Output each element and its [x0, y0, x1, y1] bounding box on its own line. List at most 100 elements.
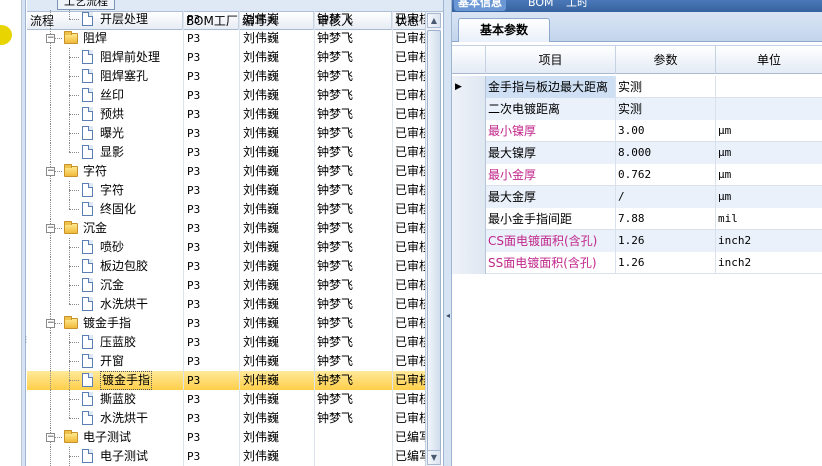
writer-cell: 刘伟巍	[243, 69, 280, 83]
parameter-row[interactable]: 二次电镀距离 实测	[452, 98, 822, 120]
collapse-icon[interactable]: −	[46, 34, 55, 43]
column-separator	[392, 447, 393, 466]
tree-group-row[interactable]: − 阻焊 P3 刘伟巍 钟梦飞 已审核	[27, 29, 425, 48]
row-pointer-icon[interactable]: ▶	[452, 76, 486, 98]
parameter-value-cell[interactable]: 3.00	[616, 120, 716, 142]
collapse-icon[interactable]: −	[46, 319, 55, 328]
parameter-row[interactable]: 最小金厚 0.762 μm	[452, 164, 822, 186]
parameter-row[interactable]: CS面电镀面积(含孔) 1.26 inch2	[452, 230, 822, 252]
row-indicator[interactable]	[452, 98, 486, 120]
tree-step-row[interactable]: 曝光 P3 刘伟巍 钟梦飞 已审核	[27, 124, 425, 143]
collapse-arrow-icon[interactable]: ◂	[445, 312, 451, 320]
tree-group-row[interactable]: − 镀金手指 P3 刘伟巍 钟梦飞 已审核	[27, 314, 425, 333]
tab-process-flow[interactable]: 工艺流程	[57, 0, 115, 10]
tree-step-row[interactable]: 水洗烘干 P3 刘伟巍 钟梦飞 已审核	[27, 295, 425, 314]
parameter-unit-cell[interactable]: inch2	[716, 252, 822, 274]
tree-step-row[interactable]: 水洗烘干 P3 刘伟巍 钟梦飞 已审核	[27, 409, 425, 428]
tree-step-row[interactable]: 开窗 P3 刘伟巍 钟梦飞 已审核	[27, 352, 425, 371]
row-indicator[interactable]	[452, 164, 486, 186]
tree-group-row[interactable]: − 字符 P3 刘伟巍 钟梦飞 已审核	[27, 162, 425, 181]
parameter-row[interactable]: 最小镍厚 3.00 μm	[452, 120, 822, 142]
column-separator	[392, 352, 393, 371]
tree-step-row[interactable]: 阻焊前处理 P3 刘伟巍 钟梦飞 已审核	[27, 48, 425, 67]
parameter-row[interactable]: SS面电镀面积(含孔) 1.26 inch2	[452, 252, 822, 274]
parameter-unit-cell[interactable]: inch2	[716, 230, 822, 252]
parameter-unit-cell[interactable]	[716, 98, 822, 120]
parameter-value-cell[interactable]: /	[616, 186, 716, 208]
tree-step-row[interactable]: 终固化 P3 刘伟巍 钟梦飞 已审核	[27, 200, 425, 219]
scrollbar-thumb[interactable]	[427, 30, 441, 460]
parameter-unit-cell[interactable]: μm	[716, 186, 822, 208]
row-indicator[interactable]	[452, 252, 486, 274]
collapse-icon[interactable]: −	[46, 167, 55, 176]
tab-basic-info[interactable]: 基本信息	[454, 0, 506, 11]
tree-vertical-scrollbar[interactable]: ▲ ▼	[425, 12, 441, 466]
parameter-value-cell[interactable]: 实测	[616, 98, 716, 120]
reviewer-cell: 钟梦飞	[317, 373, 354, 387]
status-cell: 已审核	[395, 278, 425, 292]
row-indicator[interactable]	[452, 186, 486, 208]
tree-step-row[interactable]: 喷砂 P3 刘伟巍 钟梦飞 已审核	[27, 238, 425, 257]
parameter-value-cell[interactable]: 1.26	[616, 230, 716, 252]
parameter-value-cell[interactable]: 7.88	[616, 208, 716, 230]
column-separator	[314, 257, 315, 276]
column-separator	[392, 257, 393, 276]
parameter-unit-cell[interactable]: μm	[716, 142, 822, 164]
bom-factory-cell: P3	[187, 203, 201, 216]
collapse-icon[interactable]: −	[46, 224, 55, 233]
tree-connector	[50, 67, 51, 86]
column-header-unit[interactable]: 单位	[716, 46, 822, 74]
document-icon	[82, 278, 93, 292]
row-indicator[interactable]	[452, 120, 486, 142]
parameter-row[interactable]: 最大镍厚 8.000 μm	[452, 142, 822, 164]
parameter-unit-cell[interactable]: mil	[716, 208, 822, 230]
tab-bom[interactable]: BOM	[528, 0, 554, 11]
tree-step-row[interactable]: 撕蓝胶 P3 刘伟巍 钟梦飞 已审核	[27, 390, 425, 409]
tree-step-row[interactable]: 字符 P3 刘伟巍 钟梦飞 已审核	[27, 181, 425, 200]
tree-step-row[interactable]: 丝印 P3 刘伟巍 钟梦飞 已审核	[27, 86, 425, 105]
tree-connector	[69, 304, 79, 305]
left-splitter[interactable]: ⋮	[22, 0, 30, 466]
parameter-value-cell[interactable]: 1.26	[616, 252, 716, 274]
tree-connector	[69, 152, 79, 153]
tab-work-hours[interactable]: 工时	[566, 0, 588, 11]
parameter-row[interactable]: 最小金手指间距 7.88 mil	[452, 208, 822, 230]
tree-step-row[interactable]: 阻焊塞孔 P3 刘伟巍 钟梦飞 已审核	[27, 67, 425, 86]
scroll-down-icon[interactable]: ▼	[427, 450, 441, 465]
column-separator	[239, 238, 240, 257]
row-indicator[interactable]	[452, 230, 486, 252]
parameter-value-cell[interactable]: 8.000	[616, 142, 716, 164]
tree-step-row[interactable]: 显影 P3 刘伟巍 钟梦飞 已审核	[27, 143, 425, 162]
tree-group-row[interactable]: − 电子测试 P3 刘伟巍 已编写	[27, 428, 425, 447]
column-header-item[interactable]: 项目	[486, 46, 616, 74]
column-separator	[314, 143, 315, 162]
parameter-value-cell[interactable]: 实测	[616, 76, 716, 98]
column-header-parameter[interactable]: 参数	[616, 46, 716, 74]
tree-step-row[interactable]: 沉金 P3 刘伟巍 钟梦飞 已审核	[27, 276, 425, 295]
column-separator	[392, 333, 393, 352]
writer-cell: 刘伟巍	[243, 88, 280, 102]
status-cell: 已审核	[395, 50, 425, 64]
row-indicator[interactable]	[452, 208, 486, 230]
collapse-icon[interactable]: −	[46, 433, 55, 442]
tree-step-row[interactable]: 电子测试 P3 刘伟巍 已编写	[27, 447, 425, 466]
writer-cell: 刘伟巍	[243, 335, 280, 349]
parameter-row[interactable]: 最大金厚 / μm	[452, 186, 822, 208]
parameter-unit-cell[interactable]: μm	[716, 120, 822, 142]
parameter-unit-cell[interactable]	[716, 76, 822, 98]
tree-group-row[interactable]: − 沉金 P3 刘伟巍 钟梦飞 已审核	[27, 219, 425, 238]
tree-step-row[interactable]: 预烘 P3 刘伟巍 钟梦飞 已审核	[27, 105, 425, 124]
row-indicator[interactable]	[452, 142, 486, 164]
tree-step-row[interactable]: 开层处理 P3 刘伟巍 钟梦飞 已审核	[27, 10, 425, 29]
tab-basic-params[interactable]: 基本参数	[458, 18, 550, 42]
parameter-row[interactable]: ▶ 金手指与板边最大距离 实测	[452, 76, 822, 98]
scroll-up-icon[interactable]: ▲	[427, 13, 441, 28]
tree-step-row[interactable]: 压蓝胶 P3 刘伟巍 钟梦飞 已审核	[27, 333, 425, 352]
parameter-unit-cell[interactable]: μm	[716, 164, 822, 186]
tree-step-row[interactable]: 镀金手指 P3 刘伟巍 钟梦飞 已审核	[27, 371, 425, 390]
middle-splitter[interactable]: ◂	[443, 0, 452, 466]
tree-step-row[interactable]: 板边包胶 P3 刘伟巍 钟梦飞 已审核	[27, 257, 425, 276]
tree-connector	[69, 285, 79, 286]
tree-connector	[50, 295, 51, 314]
parameter-value-cell[interactable]: 0.762	[616, 164, 716, 186]
